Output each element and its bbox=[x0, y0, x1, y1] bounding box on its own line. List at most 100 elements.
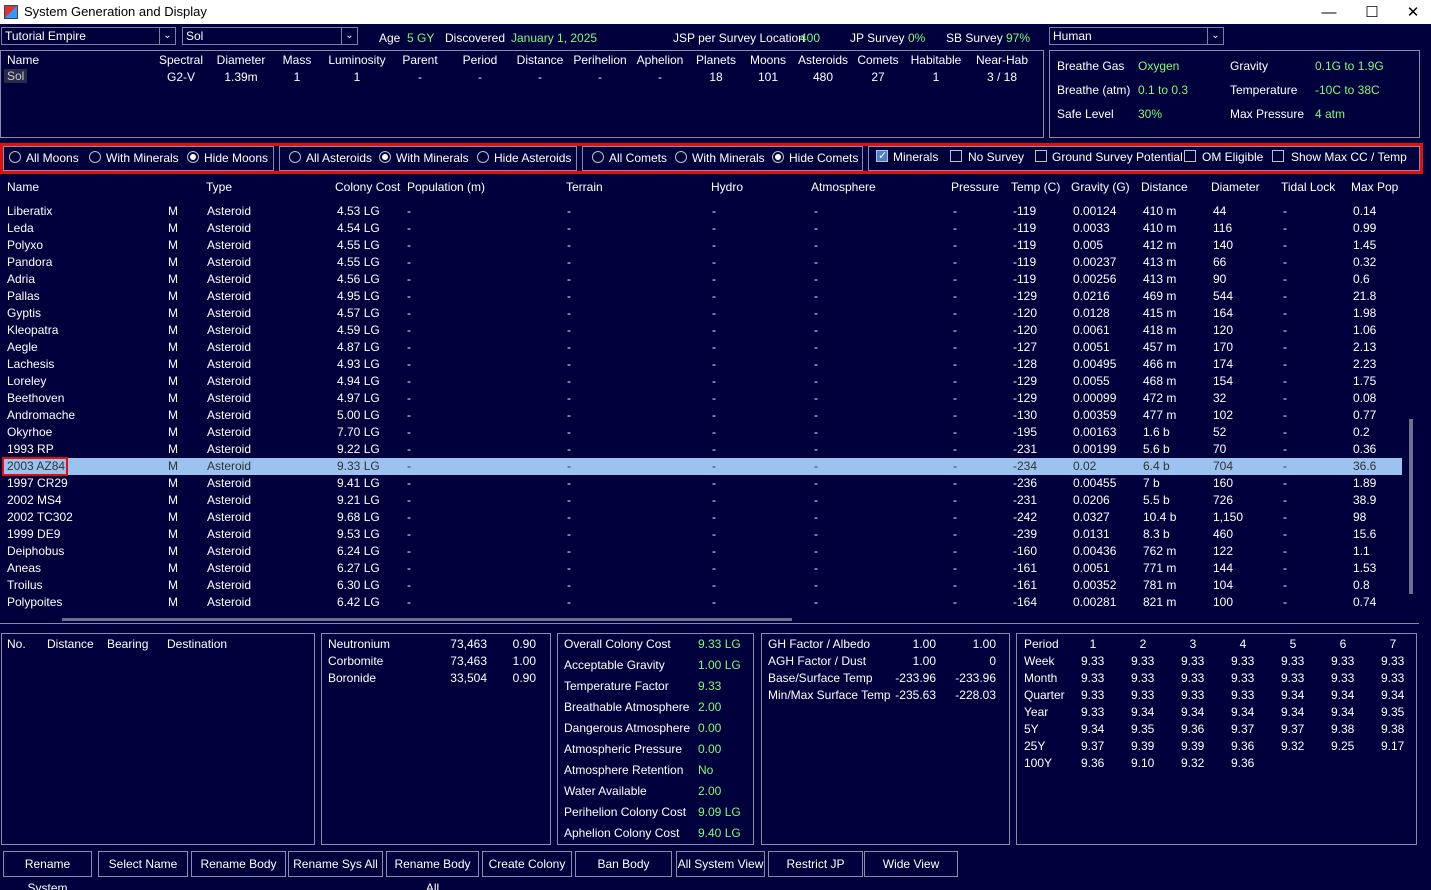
period-value: 9.35 bbox=[1381, 705, 1405, 719]
comets-radio-2[interactable] bbox=[772, 151, 784, 163]
table-row[interactable]: Kleopatra M Asteroid 4.59 LG - - - - - -120 0.0061… bbox=[2, 322, 1402, 339]
all-system-view-button[interactable]: All System View bbox=[676, 851, 765, 877]
checkbox-label[interactable]: OM Eligible bbox=[1202, 150, 1263, 164]
body-header[interactable]: Diameter bbox=[1211, 180, 1260, 194]
horizontal-scrollbar-thumb[interactable] bbox=[62, 618, 792, 621]
table-cell: 1,150 bbox=[1213, 510, 1244, 524]
table-cell: - bbox=[407, 221, 411, 235]
checkbox-label[interactable]: No Survey bbox=[968, 150, 1024, 164]
asteroids-option-label[interactable]: With Minerals bbox=[396, 151, 469, 165]
body-header[interactable]: Max Pop bbox=[1351, 180, 1398, 194]
table-row[interactable]: 2002 TC302 M Asteroid 9.68 LG - - - - - -242 0.032… bbox=[2, 509, 1402, 526]
maximize-icon[interactable]: ☐ bbox=[1350, 0, 1394, 24]
moons-radio-2[interactable] bbox=[187, 151, 199, 163]
comets-option-label[interactable]: Hide Comets bbox=[789, 151, 858, 165]
vertical-scrollbar-thumb[interactable] bbox=[1409, 419, 1413, 594]
body-header[interactable]: Terrain bbox=[566, 180, 603, 194]
table-row[interactable]: Okyrhoe M Asteroid 7.70 LG - - - - - -195 0.00163 1… bbox=[2, 424, 1402, 441]
body-header[interactable]: Gravity (G) bbox=[1071, 180, 1130, 194]
horizontal-scrollbar[interactable] bbox=[2, 614, 1402, 624]
table-row[interactable]: Pallas M Asteroid 4.95 LG - - - - - -129 0.0216 469… bbox=[2, 288, 1402, 305]
jump-header[interactable]: Bearing bbox=[107, 637, 148, 651]
table-row[interactable]: Lachesis M Asteroid 4.93 LG - - - - - -128 0.00495… bbox=[2, 356, 1402, 373]
moons-radio-1[interactable] bbox=[89, 151, 101, 163]
table-row[interactable]: Aegle M Asteroid 4.87 LG - - - - - -127 0.0051 457 … bbox=[2, 339, 1402, 356]
ban-body-button[interactable]: Ban Body bbox=[575, 851, 672, 877]
comets-radio-0[interactable] bbox=[592, 151, 604, 163]
comets-radio-1[interactable] bbox=[675, 151, 687, 163]
body-header[interactable]: Atmosphere bbox=[811, 180, 876, 194]
table-row[interactable]: Troilus M Asteroid 6.30 LG - - - - - -161 0.00352 7… bbox=[2, 577, 1402, 594]
table-row[interactable]: Polypoites M Asteroid 6.42 LG - - - - - -164 0.002… bbox=[2, 594, 1402, 611]
asteroids-option-label[interactable]: All Asteroids bbox=[306, 151, 372, 165]
vertical-scrollbar[interactable] bbox=[1403, 179, 1419, 612]
body-header[interactable]: Type bbox=[206, 180, 232, 194]
table-row[interactable]: Pandora M Asteroid 4.55 LG - - - - - -119 0.00237 4… bbox=[2, 254, 1402, 271]
moons-option-label[interactable]: All Moons bbox=[26, 151, 79, 165]
jump-header[interactable]: Distance bbox=[47, 637, 94, 651]
table-row[interactable]: Adria M Asteroid 4.56 LG - - - - - -119 0.00256 413… bbox=[2, 271, 1402, 288]
moons-radio-0[interactable] bbox=[9, 151, 21, 163]
empire-select[interactable]: Tutorial Empire ⌄ bbox=[1, 27, 176, 45]
table-row[interactable]: Aneas M Asteroid 6.27 LG - - - - - -161 0.0051 771 … bbox=[2, 560, 1402, 577]
body-header[interactable]: Colony Cost bbox=[335, 180, 400, 194]
checkbox-label[interactable]: Ground Survey Potential bbox=[1052, 150, 1183, 164]
asteroids-radio-1[interactable] bbox=[379, 151, 391, 163]
table-row[interactable]: Loreley M Asteroid 4.94 LG - - - - - -129 0.0055 46… bbox=[2, 373, 1402, 390]
jump-header[interactable]: Destination bbox=[167, 637, 227, 651]
table-row[interactable]: 1997 CR29 M Asteroid 9.41 LG - - - - - -236 0.0045… bbox=[2, 475, 1402, 492]
wide-view-button[interactable]: Wide View bbox=[864, 851, 958, 877]
asteroids-radio-2[interactable] bbox=[477, 151, 489, 163]
moons-option-label[interactable]: With Minerals bbox=[106, 151, 179, 165]
table-cell: - bbox=[712, 255, 716, 269]
species-select[interactable]: Human ⌄ bbox=[1049, 27, 1224, 45]
table-row[interactable]: Beethoven M Asteroid 4.97 LG - - - - - -129 0.0009… bbox=[2, 390, 1402, 407]
select-name-button[interactable]: Select Name bbox=[98, 851, 188, 877]
table-row[interactable]: Polyxo M Asteroid 4.55 LG - - - - - -119 0.005 412 … bbox=[2, 237, 1402, 254]
table-cell: 0.0033 bbox=[1073, 221, 1110, 235]
rename-body-all-button[interactable]: Rename Body All bbox=[386, 851, 479, 890]
moons-option-label[interactable]: Hide Moons bbox=[204, 151, 268, 165]
rename-sys-all-button[interactable]: Rename Sys All bbox=[288, 851, 383, 877]
restrict-jp-button[interactable]: Restrict JP bbox=[768, 851, 863, 877]
table-cell: 762 m bbox=[1143, 544, 1177, 558]
table-row[interactable]: Gyptis M Asteroid 4.57 LG - - - - - -120 0.0128 415… bbox=[2, 305, 1402, 322]
checkbox-label[interactable]: Show Max CC / Temp bbox=[1291, 150, 1407, 164]
period-label: 5Y bbox=[1024, 722, 1039, 736]
table-row[interactable]: 1993 RP M Asteroid 9.22 LG - - - - - -231 0.00199 5… bbox=[2, 441, 1402, 458]
table-row[interactable]: 2003 AZ84 M Asteroid 9.33 LG - - - - - -234 0.02 6.… bbox=[2, 458, 1402, 475]
asteroids-option-label[interactable]: Hide Asteroids bbox=[494, 151, 571, 165]
comets-option-label[interactable]: With Minerals bbox=[692, 151, 765, 165]
checkbox-2[interactable] bbox=[1035, 150, 1047, 162]
period-label: Year bbox=[1024, 705, 1049, 719]
minimize-icon[interactable]: — bbox=[1307, 0, 1351, 24]
body-header[interactable]: Name bbox=[7, 180, 39, 194]
table-row[interactable]: 1999 DE9 M Asteroid 9.53 LG - - - - - -239 0.0131 8… bbox=[2, 526, 1402, 543]
table-row[interactable]: Liberatix M Asteroid 4.53 LG - - - - - -119 0.0012… bbox=[2, 203, 1402, 220]
asteroids-radio-0[interactable] bbox=[289, 151, 301, 163]
checkbox-3[interactable] bbox=[1184, 150, 1196, 162]
table-row[interactable]: Leda M Asteroid 4.54 LG - - - - - -119 0.0033 410 m… bbox=[2, 220, 1402, 237]
table-row[interactable]: 2002 MS4 M Asteroid 9.21 LG - - - - - -231 0.0206 5… bbox=[2, 492, 1402, 509]
table-row[interactable]: Andromache M Asteroid 5.00 LG - - - - - -130 0.003… bbox=[2, 407, 1402, 424]
jump-header[interactable]: No. bbox=[7, 637, 26, 651]
body-header[interactable]: Pressure bbox=[951, 180, 999, 194]
rename-body-button[interactable]: Rename Body bbox=[191, 851, 286, 877]
table-row[interactable]: Deiphobus M Asteroid 6.24 LG - - - - - -160 0.0043… bbox=[2, 543, 1402, 560]
body-header[interactable]: Distance bbox=[1141, 180, 1188, 194]
create-colony-button[interactable]: Create Colony bbox=[482, 851, 572, 877]
checkbox-1[interactable] bbox=[950, 150, 962, 162]
table-cell: 781 m bbox=[1143, 578, 1177, 592]
body-header[interactable]: Hydro bbox=[711, 180, 743, 194]
body-header[interactable]: Temp (C) bbox=[1011, 180, 1060, 194]
checkbox-0[interactable] bbox=[876, 149, 888, 162]
comets-option-label[interactable]: All Comets bbox=[609, 151, 667, 165]
star-cell[interactable]: Sol bbox=[4, 69, 28, 83]
checkbox-4[interactable] bbox=[1272, 150, 1284, 162]
close-icon[interactable]: ✕ bbox=[1391, 0, 1431, 24]
body-header[interactable]: Tidal Lock bbox=[1281, 180, 1335, 194]
rename-system-button[interactable]: Rename System bbox=[3, 851, 92, 890]
checkbox-label[interactable]: Minerals bbox=[893, 150, 938, 164]
system-select[interactable]: Sol ⌄ bbox=[182, 27, 358, 45]
body-header[interactable]: Population (m) bbox=[407, 180, 485, 194]
